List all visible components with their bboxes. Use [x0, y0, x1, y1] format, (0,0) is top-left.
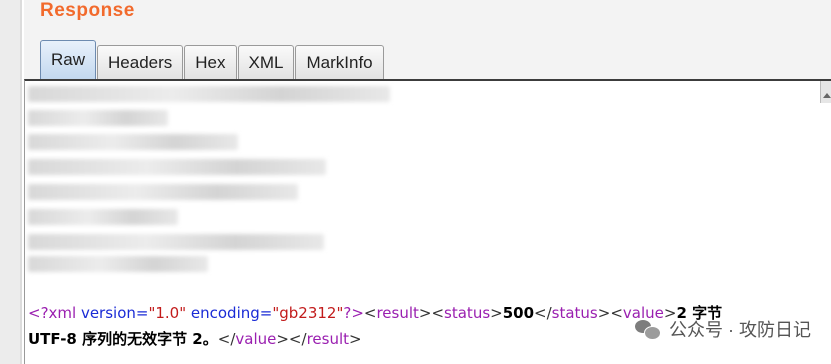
watermark-text: 公众号 · 攻防日记: [669, 320, 811, 340]
redacted-line: [28, 86, 390, 102]
watermark: 公众号 · 攻防日记: [635, 316, 811, 342]
tab-xml[interactable]: XML: [237, 45, 295, 79]
bracket: ><: [418, 304, 445, 322]
tab-raw[interactable]: Raw: [40, 40, 97, 79]
tag-result-close: result: [306, 330, 349, 348]
redacted-line: [28, 134, 238, 150]
tag-status-close: status: [551, 304, 598, 322]
xml-decl-open: <?xml: [28, 304, 77, 322]
redacted-line: [28, 110, 168, 126]
tab-markinfo[interactable]: MarkInfo: [295, 45, 384, 79]
redacted-line: [28, 234, 324, 250]
bracket: </: [217, 330, 236, 348]
wechat-icon: [635, 318, 661, 340]
xml-attr-version: version=: [76, 304, 149, 322]
bracket: </: [534, 304, 552, 322]
xml-attr-encoding: encoding=: [186, 304, 273, 322]
bracket: ></: [276, 330, 307, 348]
redacted-line: [28, 209, 178, 225]
panel-title: Response: [40, 0, 135, 21]
bracket: ><: [597, 304, 623, 322]
tag-result: result: [376, 304, 419, 322]
status-value: 500: [502, 304, 535, 322]
tag-value-close: value: [235, 330, 277, 348]
redacted-line: [28, 256, 208, 272]
tag-status: status: [444, 304, 491, 322]
xml-value-encoding: "gb2312": [272, 304, 344, 322]
bracket: >: [490, 304, 503, 322]
xml-value-version: "1.0": [148, 304, 187, 322]
error-message-part-2: UTF-8 序列的无效字节 2。: [28, 330, 218, 348]
tab-headers[interactable]: Headers: [97, 45, 184, 79]
tab-bar: Raw Headers Hex XML MarkInfo: [40, 39, 385, 79]
redacted-line: [28, 184, 298, 200]
xml-decl-close: ?>: [343, 304, 364, 322]
redacted-line: [28, 159, 326, 175]
redacted-response-headers: [28, 84, 393, 274]
bracket: >: [349, 330, 362, 348]
bracket: <: [363, 304, 377, 322]
left-sidebar-rail: [0, 0, 22, 364]
scroll-up-arrow[interactable]: [820, 81, 831, 103]
tab-hex[interactable]: Hex: [184, 45, 237, 79]
